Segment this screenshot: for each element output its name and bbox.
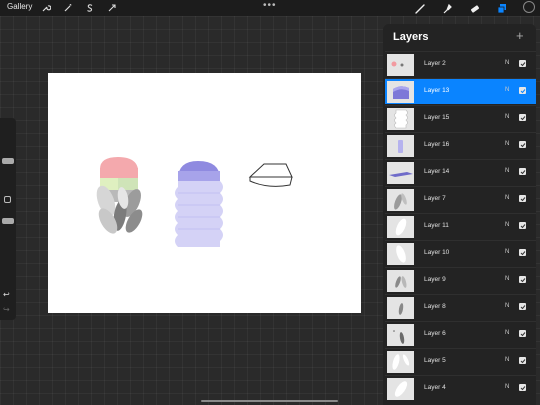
magic-wand-icon[interactable] — [62, 2, 74, 14]
add-layer-button[interactable]: + — [516, 28, 524, 43]
layer-name: Layer 2 — [424, 60, 446, 67]
layer-name: Layer 5 — [424, 357, 446, 364]
layer-thumbnail — [387, 243, 414, 265]
layer-thumbnail — [387, 135, 414, 157]
visibility-checkbox[interactable] — [519, 114, 526, 121]
layer-name: Layer 7 — [424, 195, 446, 202]
visibility-checkbox[interactable] — [519, 168, 526, 175]
layer-thumbnail — [387, 270, 414, 292]
visibility-checkbox[interactable] — [519, 195, 526, 202]
layers-icon[interactable] — [496, 2, 508, 14]
visibility-checkbox[interactable] — [519, 303, 526, 310]
layer-row[interactable]: Layer 7 N — [385, 186, 536, 212]
layer-name: Layer 8 — [424, 303, 446, 310]
eraser-icon[interactable] — [469, 2, 481, 14]
layer-name: Layer 11 — [424, 222, 449, 229]
modify-square-icon[interactable] — [4, 196, 11, 203]
blend-mode-button[interactable]: N — [505, 60, 509, 66]
drawing-canvas[interactable] — [48, 73, 361, 313]
visibility-checkbox[interactable] — [519, 87, 526, 94]
layer-name: Layer 16 — [424, 141, 450, 148]
visibility-checkbox[interactable] — [519, 357, 526, 364]
layer-thumbnail — [387, 324, 414, 346]
visibility-checkbox[interactable] — [519, 249, 526, 256]
color-blocks-with-leaves — [96, 157, 143, 234]
layer-row[interactable]: Layer 4 N — [385, 375, 536, 401]
visibility-checkbox[interactable] — [519, 276, 526, 283]
blend-mode-button[interactable]: N — [505, 114, 509, 120]
purple-wavy-cylinder — [175, 161, 223, 247]
layers-panel: Layers + Layer 2 N Layer 13 N Layer 15 N Layer… — [383, 24, 536, 405]
layer-row[interactable]: Layer 9 N — [385, 267, 536, 293]
visibility-checkbox[interactable] — [519, 384, 526, 391]
blend-mode-button[interactable]: N — [505, 249, 509, 255]
layer-thumbnail — [387, 54, 414, 76]
opacity-slider[interactable] — [2, 218, 14, 224]
layer-row[interactable]: Layer 6 N — [385, 321, 536, 347]
redo-icon[interactable]: ↪ — [3, 305, 10, 314]
top-toolbar: Gallery ••• — [0, 0, 540, 16]
brush-size-slider[interactable] — [2, 158, 14, 164]
layer-row[interactable]: Layer 2 N — [385, 51, 536, 77]
home-indicator — [201, 400, 338, 402]
layer-thumbnail — [387, 378, 414, 400]
blend-mode-button[interactable]: N — [505, 384, 509, 390]
layer-thumbnail — [387, 351, 414, 373]
layer-row[interactable]: Layer 8 N — [385, 294, 536, 320]
layer-name: Layer 10 — [424, 249, 450, 256]
visibility-checkbox[interactable] — [519, 222, 526, 229]
blend-mode-button[interactable]: N — [505, 303, 509, 309]
blend-mode-button[interactable]: N — [505, 276, 509, 282]
layer-thumbnail — [387, 81, 414, 103]
layer-thumbnail — [387, 216, 414, 238]
selection-s-icon[interactable] — [84, 2, 96, 14]
blend-mode-button[interactable]: N — [505, 195, 509, 201]
layer-row[interactable]: Layer 13 N — [385, 78, 536, 104]
more-dots-icon[interactable]: ••• — [263, 0, 277, 11]
visibility-checkbox[interactable] — [519, 60, 526, 67]
blend-mode-button[interactable]: N — [505, 141, 509, 147]
layer-thumbnail — [387, 189, 414, 211]
layer-thumbnail — [387, 297, 414, 319]
layer-row[interactable]: Layer 11 N — [385, 213, 536, 239]
layers-title: Layers — [393, 31, 429, 43]
arrow-transform-icon[interactable] — [106, 2, 118, 14]
blend-mode-button[interactable]: N — [505, 330, 509, 336]
layer-row[interactable]: Layer 5 N — [385, 348, 536, 374]
layer-name: Layer 4 — [424, 384, 446, 391]
visibility-checkbox[interactable] — [519, 330, 526, 337]
wrench-icon[interactable] — [40, 2, 52, 14]
blend-mode-button[interactable]: N — [505, 87, 509, 93]
layer-name: Layer 6 — [424, 330, 446, 337]
layer-thumbnail — [387, 108, 414, 130]
gallery-button[interactable]: Gallery — [7, 2, 32, 11]
layer-row[interactable]: Layer 16 N — [385, 132, 536, 158]
smudge-icon[interactable] — [441, 2, 453, 14]
blend-mode-button[interactable]: N — [505, 222, 509, 228]
layer-row[interactable]: Layer 10 N — [385, 240, 536, 266]
layer-name: Layer 14 — [424, 168, 450, 175]
layer-name: Layer 15 — [424, 114, 450, 121]
blend-mode-button[interactable]: N — [505, 357, 509, 363]
layer-name: Layer 9 — [424, 276, 446, 283]
visibility-checkbox[interactable] — [519, 141, 526, 148]
brush-icon[interactable] — [414, 2, 426, 14]
undo-icon[interactable]: ↩ — [3, 290, 10, 299]
outline-block — [248, 163, 293, 187]
left-sidebar: ↩ ↪ — [0, 118, 16, 320]
layer-row[interactable]: Layer 15 N — [385, 105, 536, 131]
layer-thumbnail — [387, 162, 414, 184]
blend-mode-button[interactable]: N — [505, 168, 509, 174]
layer-name: Layer 13 — [424, 87, 450, 94]
color-icon[interactable] — [523, 1, 535, 13]
layer-row[interactable]: Layer 14 N — [385, 159, 536, 185]
